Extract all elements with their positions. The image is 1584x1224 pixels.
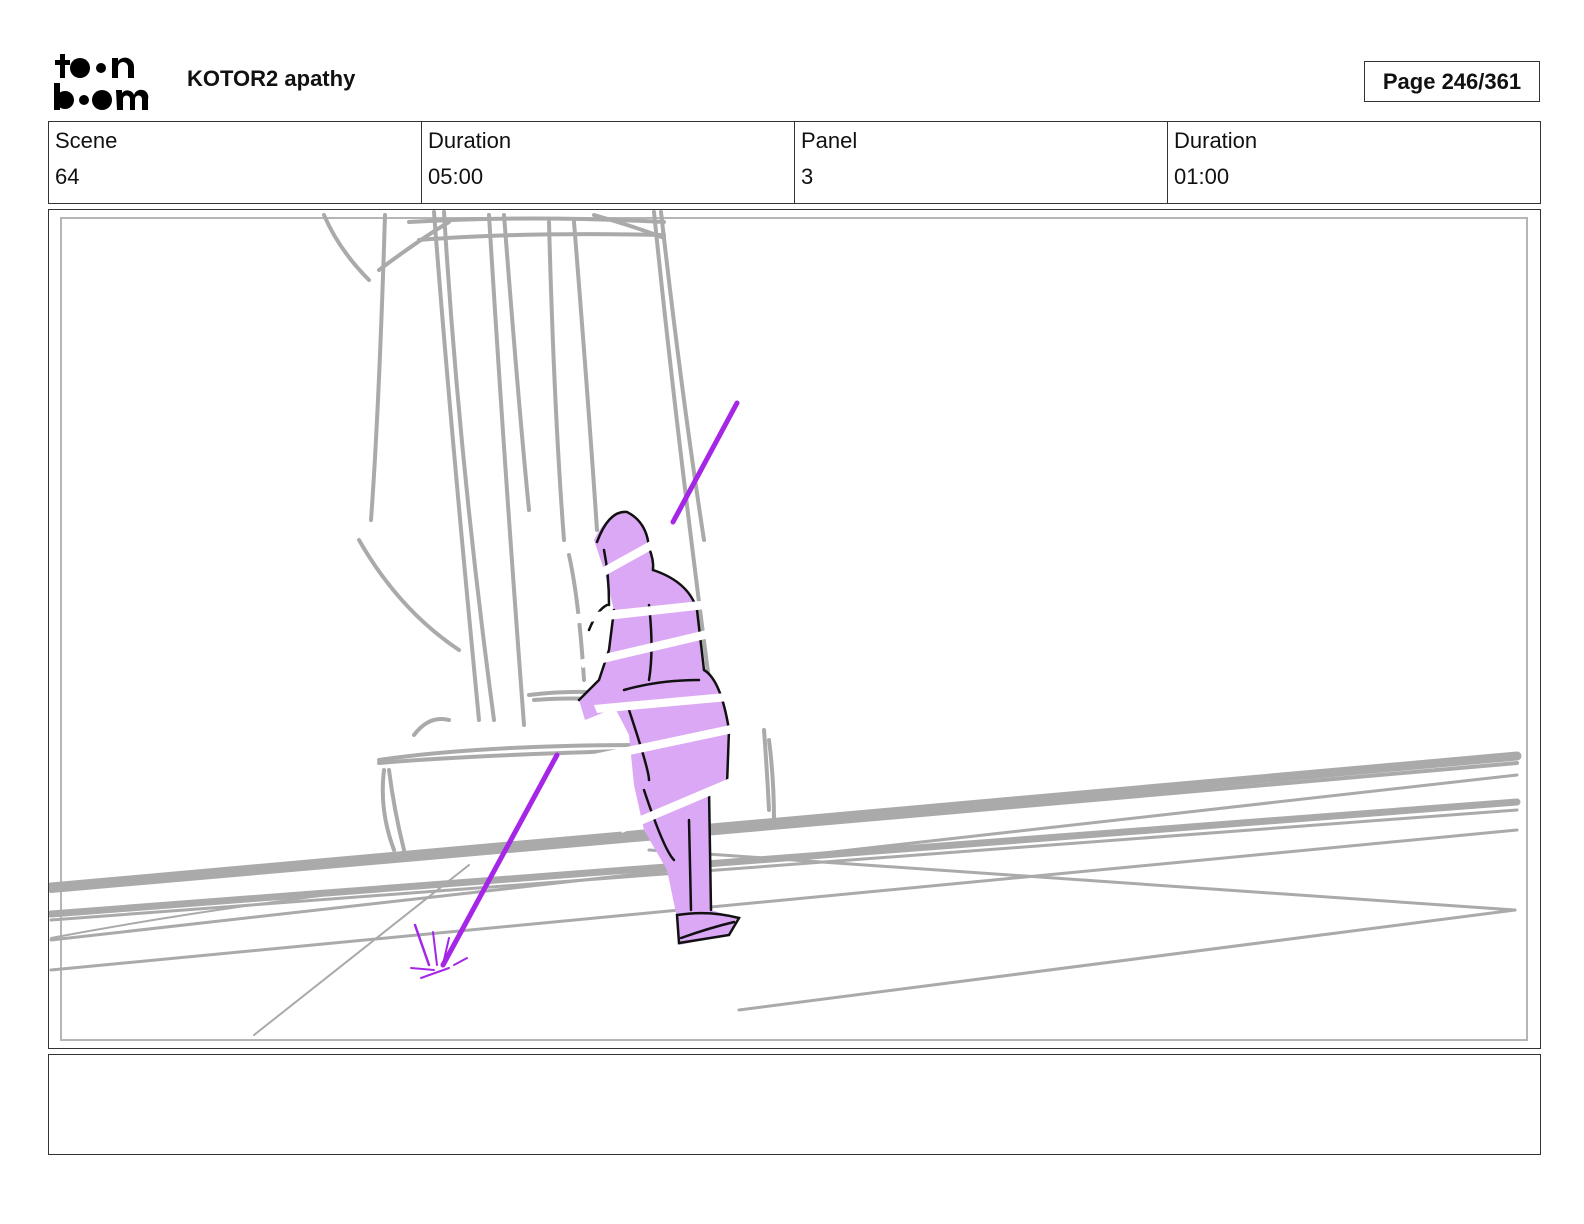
floor-lines — [49, 751, 1522, 1036]
scene-label: Scene — [55, 128, 118, 153]
project-title: KOTOR2 apathy — [187, 66, 356, 91]
panel-cell: Panel 3 — [795, 122, 1168, 203]
scene-cell: Scene 64 — [49, 122, 422, 203]
panel-duration-value: 01:00 — [1174, 164, 1230, 189]
scene-value: 64 — [55, 164, 80, 189]
panel-duration-label: Duration — [1174, 128, 1258, 153]
panel-value: 3 — [801, 164, 814, 189]
toonboom-logo — [54, 54, 149, 110]
scene-info-table: Scene 64 Duration 05:00 Panel 3 Duration… — [48, 121, 1541, 204]
storyboard-panel — [48, 209, 1541, 1049]
scene-duration-value: 05:00 — [428, 164, 484, 189]
page-number: Page 246/361 — [1364, 61, 1540, 102]
scene-duration-label: Duration — [428, 128, 512, 153]
panel-duration-cell: Duration 01:00 — [1168, 122, 1540, 203]
panel-notes-box — [48, 1054, 1541, 1155]
panel-label: Panel — [801, 128, 858, 153]
panel-sketch — [49, 210, 1522, 1036]
scene-duration-cell: Duration 05:00 — [422, 122, 795, 203]
